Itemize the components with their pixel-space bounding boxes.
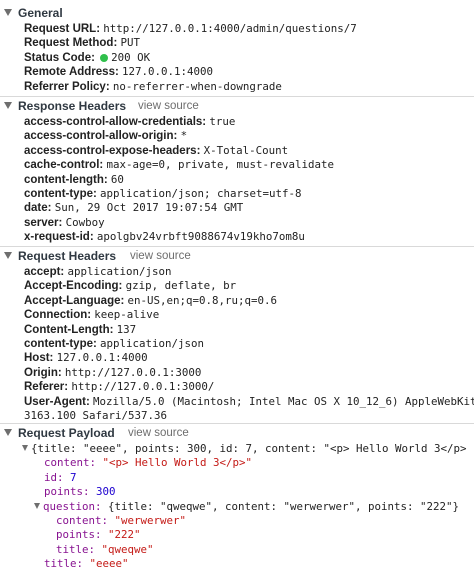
- user-agent-wrap-row: 3163.100 Safari/537.36: [24, 408, 168, 422]
- header-row: access-control-expose-headers: X-Total-C…: [24, 143, 289, 157]
- status-code-row: Status Code: 200 OK: [24, 50, 151, 64]
- header-row: cache-control: max-age=0, private, must-…: [24, 158, 334, 172]
- expand-triangle-icon[interactable]: [34, 502, 40, 509]
- header-row: content-type: application/json; charset=…: [24, 186, 302, 200]
- view-source-link[interactable]: view source: [138, 100, 199, 112]
- payload-title-row: title: "eeee": [44, 557, 129, 571]
- header-row: Connection: keep-alive: [24, 308, 160, 322]
- expand-triangle-icon[interactable]: [4, 429, 12, 436]
- remote-address-row: Remote Address: 127.0.0.1:4000: [24, 65, 214, 79]
- header-row: Accept-Encoding: gzip, deflate, br: [24, 279, 237, 293]
- response-headers-section: Response Headers view source access-cont…: [0, 97, 474, 245]
- expand-triangle-icon[interactable]: [4, 252, 12, 259]
- request-payload-header[interactable]: Request Payload view source: [0, 424, 474, 442]
- payload-points-row: points: 300: [44, 485, 116, 499]
- request-method-row: Request Method: PUT: [24, 36, 140, 50]
- referrer-policy-row: Referrer Policy: no-referrer-when-downgr…: [24, 79, 282, 93]
- expand-triangle-icon[interactable]: [4, 102, 12, 109]
- question-content-row: content: "werwerwer": [56, 513, 187, 527]
- header-row: content-type: application/json: [24, 336, 205, 350]
- request-payload-section: Request Payload view source {title: "eee…: [0, 424, 474, 572]
- payload-id-row: id: 7: [44, 470, 77, 484]
- expand-triangle-icon[interactable]: [22, 445, 28, 451]
- payload-content-row: content: "<p> Hello World 3</p>": [44, 456, 253, 470]
- header-row: content-length: 60: [24, 172, 124, 186]
- general-header[interactable]: General: [0, 4, 474, 22]
- request-headers-header[interactable]: Request Headers view source: [0, 247, 474, 265]
- payload-root-row[interactable]: {title: "eeee", points: 300, id: 7, cont…: [0, 442, 468, 456]
- header-row: access-control-allow-credentials: true: [24, 115, 236, 128]
- header-row: Host: 127.0.0.1:4000: [24, 351, 148, 365]
- response-headers-title: Response Headers: [18, 99, 127, 113]
- general-title: General: [18, 6, 63, 20]
- view-source-link[interactable]: view source: [130, 250, 191, 262]
- header-row: access-control-allow-origin: *: [24, 129, 188, 143]
- question-points-row: points: "222": [56, 528, 141, 542]
- request-headers-title: Request Headers: [18, 249, 117, 263]
- expand-triangle-icon[interactable]: [4, 9, 12, 16]
- question-title-row: title: "qweqwe": [56, 542, 154, 556]
- header-row: server: Cowboy: [24, 215, 105, 229]
- header-row: x-request-id: apolgbv24vrbft9088674v19kh…: [24, 230, 305, 244]
- request-payload-title: Request Payload: [18, 426, 115, 440]
- payload-tree: {title: "eeee", points: 300, id: 7, cont…: [0, 442, 474, 572]
- response-headers-header[interactable]: Response Headers view source: [0, 97, 474, 115]
- header-row: date: Sun, 29 Oct 2017 19:07:54 GMT: [24, 201, 244, 215]
- header-row: Origin: http://127.0.0.1:3000: [24, 365, 202, 379]
- header-row: Content-Length: 137: [24, 322, 137, 336]
- user-agent-row: User-Agent: Mozilla/5.0 (Macintosh; Inte…: [24, 394, 474, 408]
- header-row: accept: application/json: [24, 265, 172, 278]
- status-ok-icon: [100, 53, 109, 62]
- general-section: General Request URL: http://127.0.0.1:40…: [0, 4, 474, 94]
- request-headers-section: Request Headers view source accept: appl…: [0, 247, 474, 423]
- request-url-row: Request URL: http://127.0.0.1:4000/admin…: [24, 22, 357, 35]
- view-source-link[interactable]: view source: [128, 427, 189, 439]
- header-row: Referer: http://127.0.0.1:3000/: [24, 380, 215, 394]
- header-row: Accept-Language: en-US,en;q=0.8,ru;q=0.6: [24, 293, 278, 307]
- payload-question-row[interactable]: question: {title: "qweqwe", content: "we…: [0, 500, 474, 514]
